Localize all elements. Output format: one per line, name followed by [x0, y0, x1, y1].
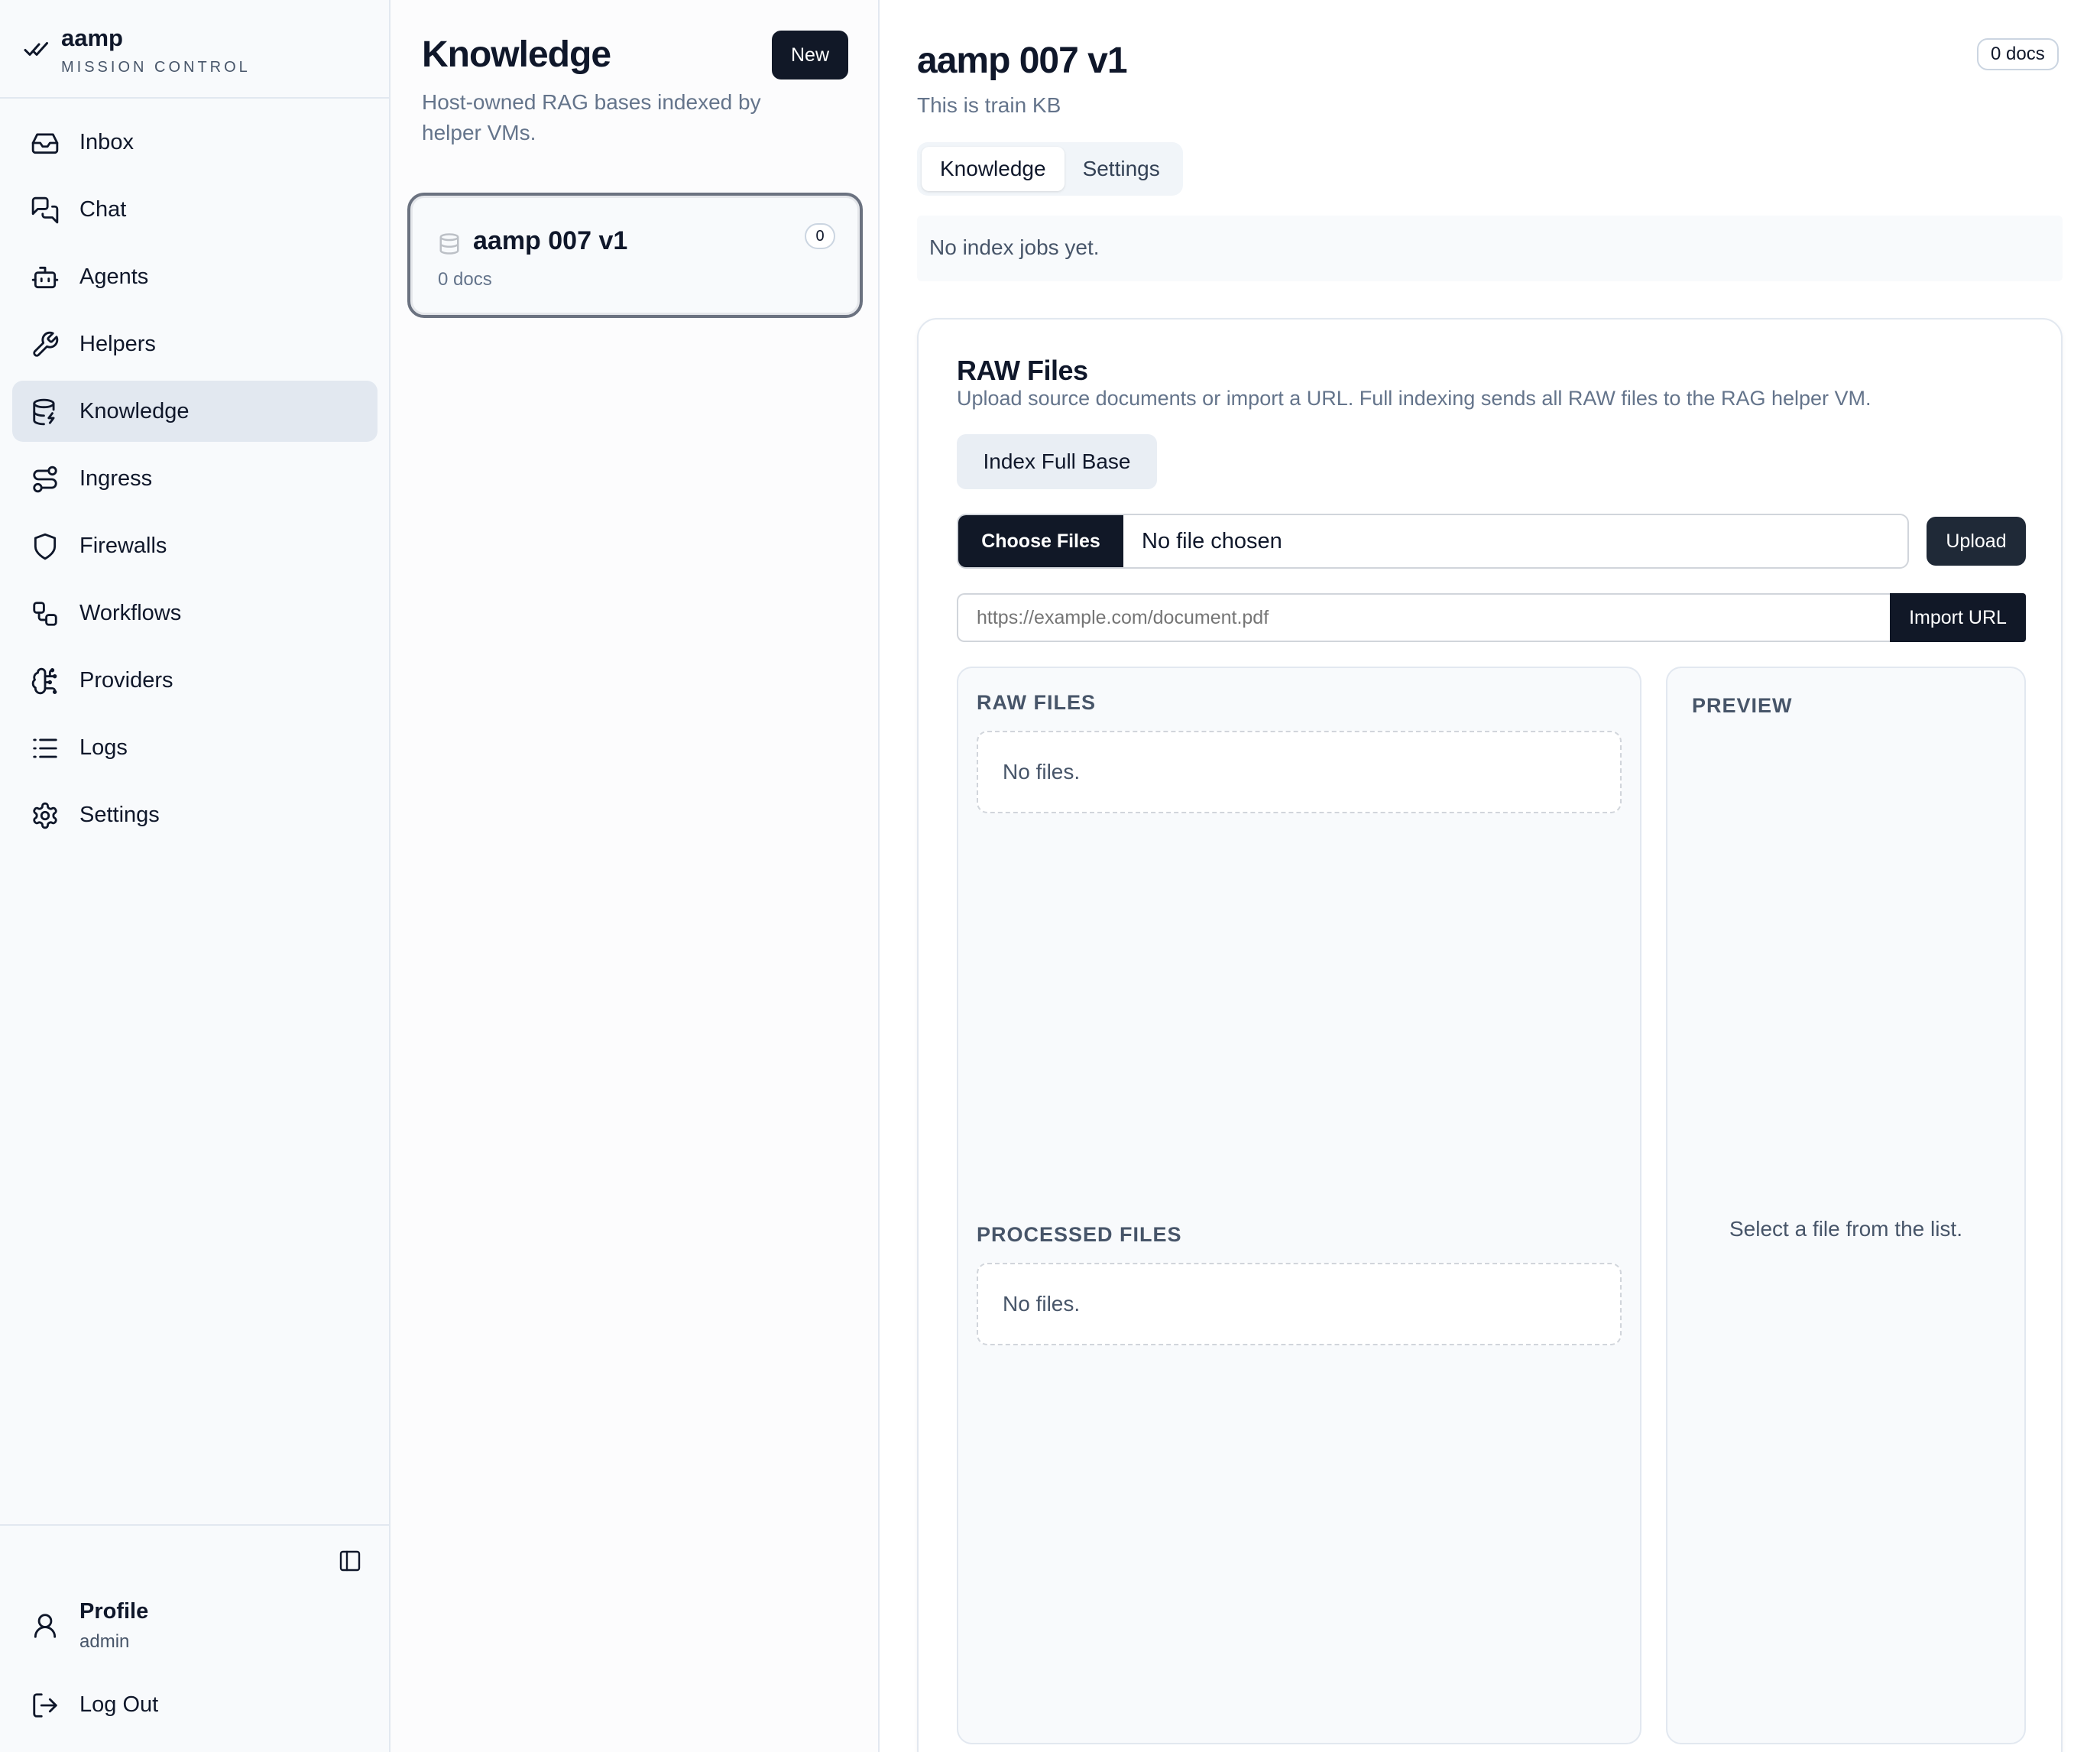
- sidebar: aamp MISSION CONTROL Inbox Chat Agents H…: [0, 0, 391, 1752]
- wrench-icon: [33, 331, 59, 357]
- knowledge-detail: aamp 007 v1 This is train KB 0 docs Know…: [880, 0, 2100, 1752]
- new-knowledge-button[interactable]: New: [772, 31, 848, 79]
- knowledge-base-docs: 0 docs: [438, 269, 492, 290]
- user-icon: [34, 1614, 57, 1638]
- tab-settings[interactable]: Settings: [1065, 147, 1178, 191]
- tab-knowledge[interactable]: Knowledge: [922, 147, 1065, 191]
- raw-files-title: RAW Files: [957, 355, 1088, 386]
- logout-label: Log Out: [79, 1692, 159, 1717]
- sidebar-collapse-icon[interactable]: [338, 1549, 362, 1573]
- sidebar-item-label: Firewalls: [79, 533, 167, 558]
- preview-heading: PREVIEW: [1692, 694, 1793, 717]
- sidebar-nav: Inbox Chat Agents Helpers Knowledge Ingr…: [12, 112, 378, 852]
- sidebar-item-label: Workflows: [79, 600, 182, 625]
- sidebar-footer: Profile admin Log Out: [0, 1524, 389, 1752]
- file-picker[interactable]: Choose Files No file chosen: [957, 514, 1909, 569]
- profile-link[interactable]: Profile admin: [12, 1593, 378, 1662]
- knowledge-base-name: aamp 007 v1: [473, 226, 628, 255]
- preview-panel: PREVIEW Select a file from the list.: [1666, 667, 2026, 1744]
- list-icon: [33, 738, 57, 758]
- sidebar-item-label: Chat: [79, 196, 127, 222]
- detail-subtitle: This is train KB: [917, 93, 1061, 117]
- detail-tabs: Knowledge Settings: [917, 142, 1183, 196]
- database-icon: [33, 398, 55, 426]
- page-subtitle: Host-owned RAG bases indexed by helper V…: [422, 90, 761, 144]
- sidebar-item-label: Settings: [79, 802, 160, 827]
- processed-files-heading: PROCESSED FILES: [977, 1223, 1182, 1246]
- sidebar-item-knowledge[interactable]: Knowledge: [12, 381, 378, 442]
- sidebar-item-settings[interactable]: Settings: [12, 784, 378, 845]
- processed-files-empty-text: No files.: [1003, 1292, 1081, 1316]
- sidebar-item-providers[interactable]: Providers: [12, 650, 378, 711]
- sidebar-item-agents[interactable]: Agents: [12, 246, 378, 307]
- sidebar-item-firewalls[interactable]: Firewalls: [12, 515, 378, 576]
- brain-icon: [31, 667, 57, 695]
- knowledge-base-item[interactable]: aamp 007 v1 0 docs 0: [407, 193, 863, 318]
- sidebar-item-label: Providers: [79, 667, 173, 693]
- brand-name: aamp: [61, 24, 123, 51]
- sidebar-item-label: Knowledge: [79, 398, 190, 423]
- sidebar-item-logs[interactable]: Logs: [12, 717, 378, 778]
- logout-icon: [33, 1693, 57, 1718]
- profile-role: admin: [79, 1631, 130, 1652]
- sidebar-item-helpers[interactable]: Helpers: [12, 313, 378, 375]
- import-url-input[interactable]: [957, 593, 1891, 642]
- index-jobs-empty-text: No index jobs yet.: [929, 235, 1100, 259]
- upload-button[interactable]: Upload: [1927, 517, 2026, 566]
- preview-empty-text: Select a file from the list.: [1729, 1217, 1962, 1241]
- double-check-icon: [24, 42, 48, 56]
- raw-files-heading: RAW FILES: [977, 691, 1096, 714]
- sidebar-item-label: Helpers: [79, 331, 156, 356]
- import-url-button[interactable]: Import URL: [1890, 593, 2026, 642]
- route-icon: [33, 466, 57, 493]
- sidebar-item-label: Ingress: [79, 466, 153, 491]
- knowledge-base-count-badge: 0: [805, 223, 835, 249]
- sidebar-item-workflows[interactable]: Workflows: [12, 582, 378, 644]
- inbox-icon: [31, 133, 59, 154]
- page-title: Knowledge: [422, 34, 611, 75]
- raw-files-description: Upload source documents or import a URL.…: [957, 387, 1872, 410]
- file-chosen-status: No file chosen: [1142, 529, 1282, 553]
- sidebar-item-chat[interactable]: Chat: [12, 179, 378, 240]
- sidebar-item-label: Agents: [79, 264, 149, 289]
- database-icon: [439, 233, 459, 255]
- profile-name: Profile: [79, 1599, 149, 1624]
- detail-title: aamp 007 v1: [917, 41, 1128, 81]
- sidebar-item-label: Logs: [79, 735, 128, 760]
- raw-files-empty: No files.: [977, 731, 1622, 813]
- logout-button[interactable]: Log Out: [12, 1676, 378, 1737]
- gear-icon: [33, 802, 57, 829]
- docs-count-badge: 0 docs: [1977, 38, 2059, 70]
- sidebar-item-label: Inbox: [79, 129, 134, 154]
- choose-files-button[interactable]: Choose Files: [958, 515, 1123, 567]
- knowledge-list-panel: Knowledge Host-owned RAG bases indexed b…: [391, 0, 880, 1752]
- brand-subtitle: MISSION CONTROL: [61, 59, 251, 76]
- index-jobs-status: No index jobs yet.: [917, 216, 2063, 281]
- bot-icon: [31, 266, 59, 289]
- processed-files-empty: No files.: [977, 1263, 1622, 1345]
- workflow-icon: [33, 602, 57, 626]
- raw-files-card: RAW Files Upload source documents or imp…: [917, 318, 2063, 1752]
- files-list-panel: RAW FILES No files. PROCESSED FILES No f…: [957, 667, 1641, 1744]
- shield-icon: [34, 533, 57, 560]
- chat-icon: [31, 196, 59, 224]
- index-full-base-button[interactable]: Index Full Base: [957, 434, 1157, 489]
- raw-files-empty-text: No files.: [1003, 760, 1081, 784]
- brand-header: aamp MISSION CONTROL: [0, 0, 389, 99]
- sidebar-item-ingress[interactable]: Ingress: [12, 448, 378, 509]
- sidebar-item-inbox[interactable]: Inbox: [12, 112, 378, 173]
